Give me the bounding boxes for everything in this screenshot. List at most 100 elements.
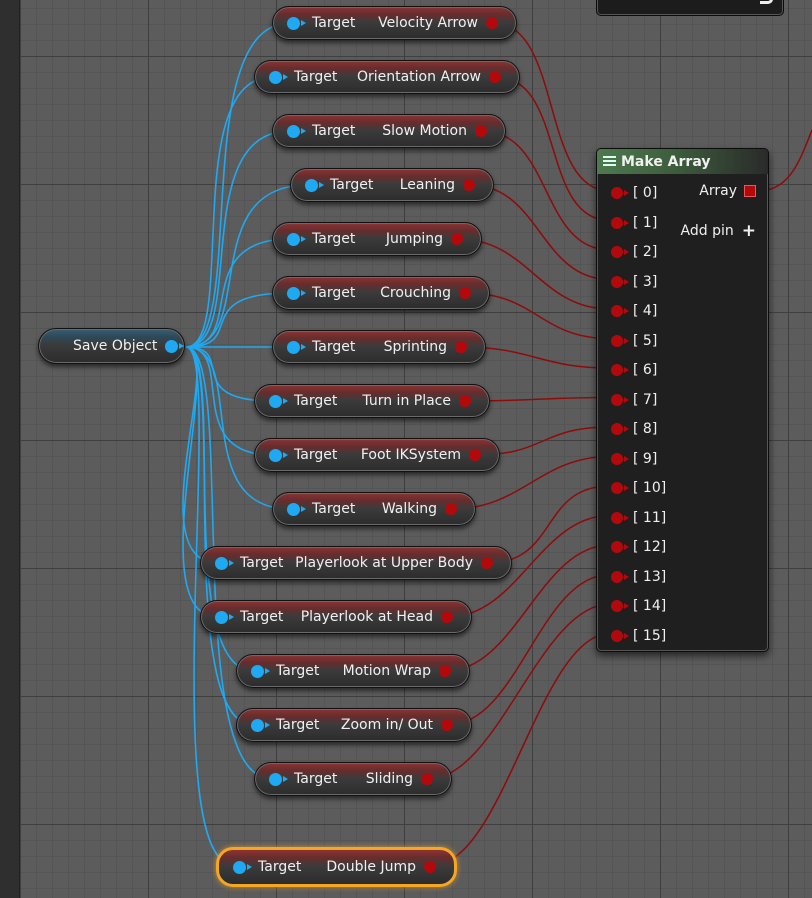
target-input-pin[interactable] xyxy=(233,860,252,874)
array-output-pin[interactable] xyxy=(744,185,756,197)
array-input-pin[interactable] xyxy=(611,541,629,553)
target-output-pin[interactable] xyxy=(469,449,481,461)
array-element-wire xyxy=(469,184,611,281)
array-index-label: [ 13] xyxy=(633,568,667,585)
node-name-label: Sprinting xyxy=(383,339,447,355)
array-input-pin[interactable] xyxy=(611,452,629,465)
node-name-label: Orientation Arrow xyxy=(356,69,481,85)
array-input-pin[interactable] xyxy=(611,275,629,288)
node-name-label: Velocity Arrow xyxy=(378,15,478,31)
target-input-pin[interactable] xyxy=(215,610,234,624)
array-input-pin[interactable] xyxy=(611,423,629,435)
target-input-pin[interactable] xyxy=(287,16,306,30)
object-wire xyxy=(185,184,309,348)
target-input-pin[interactable] xyxy=(251,664,270,678)
save-object-output-pin[interactable] xyxy=(165,339,185,353)
node-name-label: Double Jump xyxy=(326,859,416,875)
array-index-label: [ 1] xyxy=(633,214,658,231)
target-node[interactable]: Target Walking xyxy=(272,492,476,526)
target-node[interactable]: Target Leaning xyxy=(290,168,494,202)
target-output-pin[interactable] xyxy=(486,17,498,29)
array-input-pin[interactable] xyxy=(611,629,629,642)
array-input-pin[interactable] xyxy=(611,570,629,583)
target-input-pin[interactable] xyxy=(287,232,306,246)
target-output-pin[interactable] xyxy=(439,665,451,677)
array-input-pin[interactable] xyxy=(611,364,629,376)
target-node[interactable]: Target Crouching xyxy=(272,276,490,310)
target-output-pin[interactable] xyxy=(445,503,457,515)
target-label: Target xyxy=(312,339,356,355)
target-node[interactable]: Target Foot IKSystem xyxy=(254,438,500,472)
array-input-pin[interactable] xyxy=(611,482,629,494)
target-output-pin[interactable] xyxy=(455,341,467,353)
target-node[interactable]: Target Turn in Place xyxy=(254,384,490,418)
target-label: Target xyxy=(294,69,338,85)
save-object-node[interactable]: Save Object xyxy=(38,328,185,364)
target-node[interactable]: Target Playerlook at Head xyxy=(200,600,472,634)
target-input-pin[interactable] xyxy=(287,286,306,300)
array-input-pin[interactable] xyxy=(611,216,629,229)
array-index-label: [ 15] xyxy=(633,627,667,644)
target-output-pin[interactable] xyxy=(441,611,453,623)
node-name-label: Jumping xyxy=(385,231,443,247)
node-name-label: Playerlook at Upper Body xyxy=(295,555,473,571)
target-node[interactable]: Target Sliding xyxy=(254,762,452,796)
array-input-pin[interactable] xyxy=(611,334,629,347)
target-node[interactable]: Target Double Jump xyxy=(216,847,457,887)
target-input-pin[interactable] xyxy=(269,394,288,408)
array-input-row: [ 7] xyxy=(611,390,657,410)
array-input-pin[interactable] xyxy=(611,600,629,612)
target-label: Target xyxy=(330,177,374,193)
target-output-pin[interactable] xyxy=(481,557,493,569)
array-index-label: [ 6] xyxy=(633,362,658,378)
object-wire xyxy=(182,346,219,564)
target-output-pin[interactable] xyxy=(489,71,501,83)
target-output-pin[interactable] xyxy=(424,861,436,873)
array-input-pin[interactable] xyxy=(611,305,629,317)
target-node[interactable]: Target Slow Motion xyxy=(272,114,506,148)
target-node[interactable]: Target Jumping xyxy=(272,222,482,256)
add-pin-label: Add pin xyxy=(680,223,734,239)
array-index-label: [ 5] xyxy=(633,332,658,349)
target-output-pin[interactable] xyxy=(475,125,487,137)
target-output-pin[interactable] xyxy=(441,719,453,731)
target-output-pin[interactable] xyxy=(459,395,471,407)
make-array-node[interactable]: Make Array Array Add pin + [ 0] [ 1] [ 2] [… xyxy=(596,148,769,652)
target-output-pin[interactable] xyxy=(451,233,463,245)
save-object-label: Save Object xyxy=(73,338,158,354)
target-input-pin[interactable] xyxy=(287,340,306,354)
array-input-pin[interactable] xyxy=(611,246,629,258)
add-pin-button[interactable]: Add pin + xyxy=(681,221,756,241)
partial-node-top-right[interactable] xyxy=(596,0,784,16)
target-node[interactable]: Target Orientation Arrow xyxy=(254,60,520,94)
target-input-pin[interactable] xyxy=(287,124,306,138)
node-name-label: Foot IKSystem xyxy=(360,447,461,463)
target-label: Target xyxy=(294,771,338,787)
target-output-pin[interactable] xyxy=(421,773,433,785)
array-input-pin[interactable] xyxy=(611,393,629,406)
target-input-pin[interactable] xyxy=(251,718,270,732)
array-input-pin[interactable] xyxy=(611,187,629,199)
target-node[interactable]: Target Sprinting xyxy=(272,330,486,364)
node-name-label: Slow Motion xyxy=(382,123,467,139)
array-input-row: [ 6] xyxy=(611,360,657,380)
target-output-pin[interactable] xyxy=(463,179,475,191)
array-input-pin[interactable] xyxy=(611,511,629,524)
array-element-wire xyxy=(481,130,611,251)
target-output-pin[interactable] xyxy=(459,287,471,299)
make-array-header[interactable]: Make Array xyxy=(597,149,768,174)
target-node[interactable]: Target Motion Wrap xyxy=(236,654,470,688)
target-input-pin[interactable] xyxy=(269,70,288,84)
target-input-pin[interactable] xyxy=(269,772,288,786)
target-input-pin[interactable] xyxy=(305,178,324,192)
array-element-wire xyxy=(492,22,611,192)
target-node[interactable]: Target Playerlook at Upper Body xyxy=(200,546,512,580)
target-input-pin[interactable] xyxy=(287,502,306,516)
target-input-pin[interactable] xyxy=(269,448,288,462)
target-node[interactable]: Target Zoom in/ Out xyxy=(236,708,472,742)
target-node[interactable]: Target Velocity Arrow xyxy=(272,6,517,40)
array-input-row: [ 3] xyxy=(611,272,657,292)
node-name-label: Crouching xyxy=(380,285,451,301)
target-input-pin[interactable] xyxy=(215,556,234,570)
array-input-row: [ 14] xyxy=(611,596,666,616)
